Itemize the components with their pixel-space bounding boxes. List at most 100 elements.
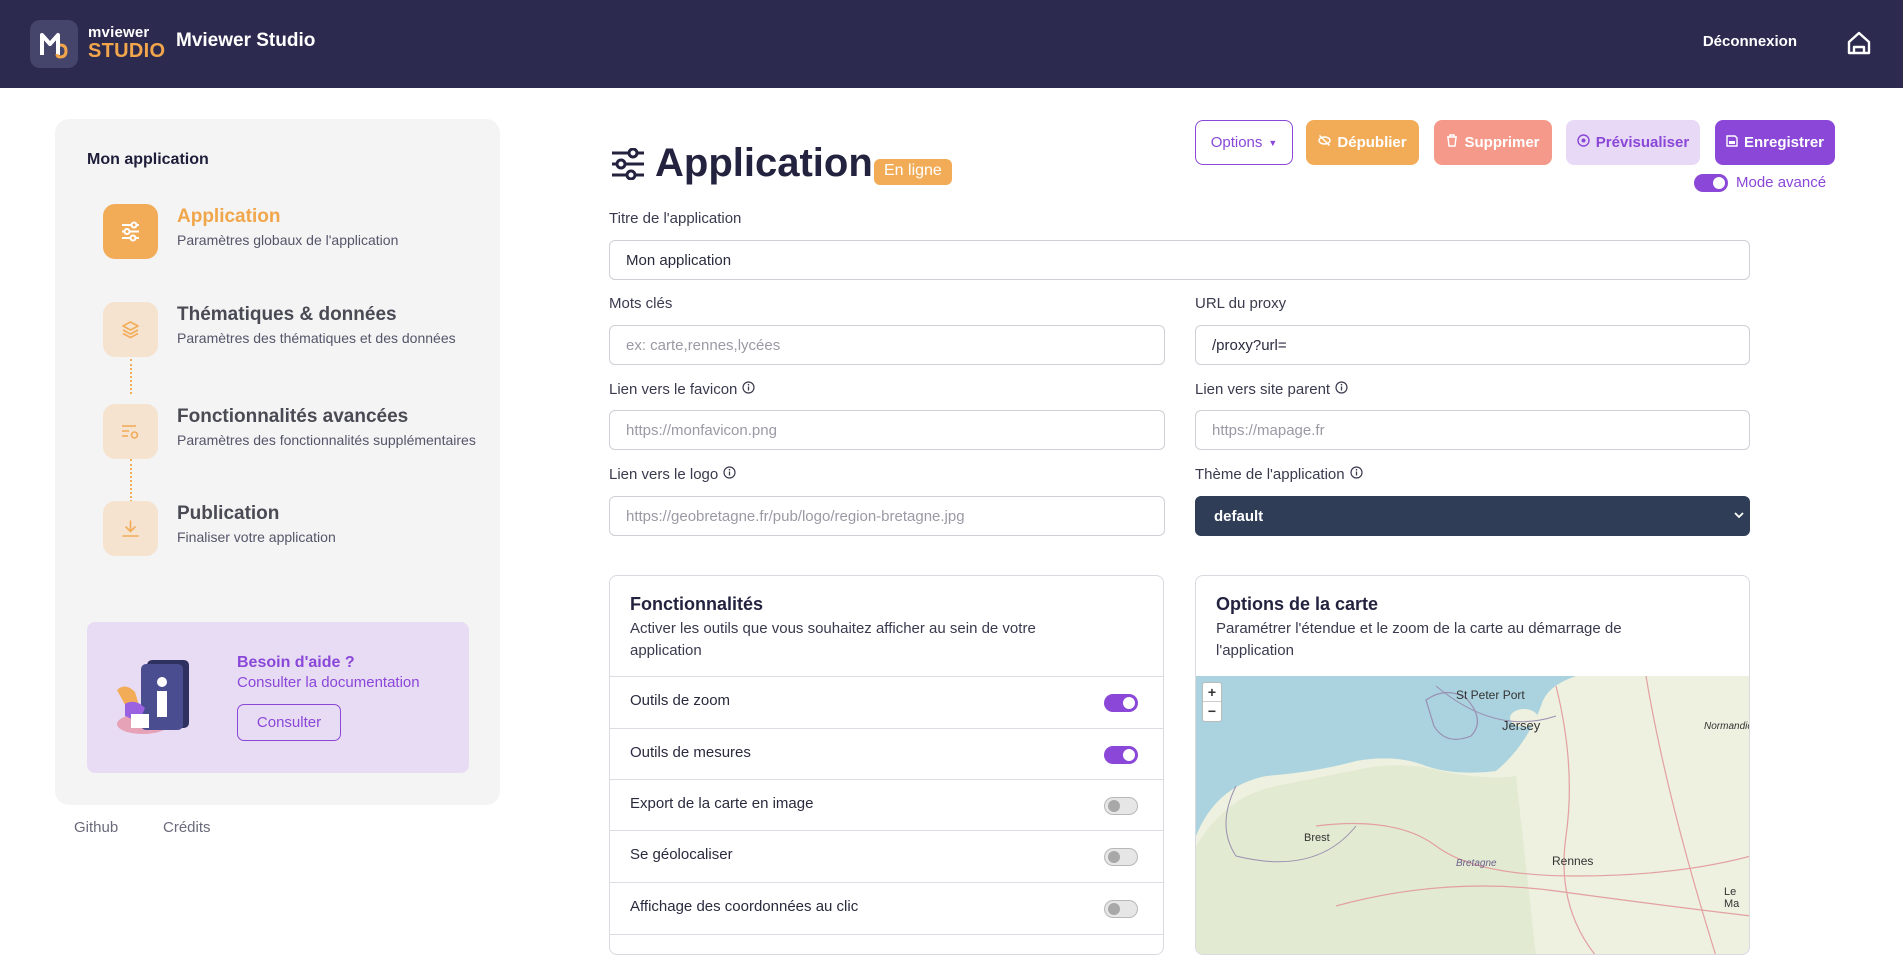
save-label: Enregistrer bbox=[1743, 134, 1825, 151]
keywords-label: Mots clés bbox=[609, 295, 672, 312]
page-title: Application bbox=[655, 141, 873, 185]
eye-icon bbox=[1577, 134, 1590, 151]
logo-icon[interactable] bbox=[30, 20, 78, 68]
map-card-title: Options de la carte bbox=[1216, 594, 1379, 614]
map-place-label: Brest bbox=[1304, 832, 1330, 844]
export-image-toggle[interactable] bbox=[1104, 797, 1138, 815]
step-title: Fonctionnalités avancées bbox=[177, 406, 409, 427]
delete-button[interactable]: Supprimer bbox=[1434, 120, 1552, 165]
consult-docs-button[interactable]: Consulter bbox=[237, 704, 341, 741]
proxy-url-label: URL du proxy bbox=[1195, 295, 1286, 312]
sliders-icon bbox=[103, 204, 158, 259]
theme-label: Thème de l'application bbox=[1195, 466, 1363, 483]
options-button[interactable]: Options ▼ bbox=[1195, 120, 1293, 165]
logo-label: Lien vers le logo bbox=[609, 466, 736, 483]
feature-row: Affichage des coordonnées au clic bbox=[610, 882, 1163, 934]
feature-row: Se géolocaliser bbox=[610, 830, 1163, 882]
help-title: Besoin d'aide ? bbox=[237, 654, 355, 671]
home-icon[interactable] bbox=[1846, 30, 1872, 61]
advanced-mode-toggle[interactable] bbox=[1694, 174, 1728, 192]
top-navbar: mviewer STUDIO Mviewer Studio Déconnexio… bbox=[0, 0, 1903, 88]
preview-button[interactable]: Prévisualiser bbox=[1566, 120, 1700, 165]
save-button[interactable]: Enregistrer bbox=[1715, 120, 1835, 165]
step-title: Application bbox=[177, 206, 281, 227]
proxy-url-label-text: URL du proxy bbox=[1195, 295, 1287, 312]
features-card: Fonctionnalités Activer les outils que v… bbox=[609, 575, 1164, 955]
parent-site-label-text: Lien vers site parent bbox=[1195, 381, 1331, 398]
info-icon[interactable] bbox=[1350, 466, 1363, 483]
favicon-input[interactable] bbox=[609, 410, 1165, 450]
favicon-label-text: Lien vers le favicon bbox=[609, 381, 738, 398]
map-view[interactable]: + − St Peter Port Jersey Normandie Brest… bbox=[1196, 676, 1750, 954]
parent-site-input[interactable] bbox=[1195, 410, 1750, 450]
map-card-subtitle: Paramétrer l'étendue et le zoom de la ca… bbox=[1216, 620, 1622, 659]
step-title: Publication bbox=[177, 503, 280, 524]
measure-tools-toggle[interactable] bbox=[1104, 746, 1138, 764]
proxy-url-input[interactable] bbox=[1195, 325, 1750, 365]
app-title-label-text: Titre de l'application bbox=[609, 210, 742, 227]
advanced-mode-label: Mode avancé bbox=[1736, 174, 1827, 191]
map-tiles bbox=[1196, 676, 1749, 954]
favicon-label: Lien vers le favicon bbox=[609, 381, 756, 398]
step-subtitle: Paramètres globaux de l'application bbox=[177, 232, 399, 248]
zoom-tools-toggle[interactable] bbox=[1104, 694, 1138, 712]
map-options-card: Options de la carte Paramétrer l'étendue… bbox=[1195, 575, 1750, 955]
zoom-out-button[interactable]: − bbox=[1203, 702, 1221, 721]
logo-text-top: mviewer bbox=[88, 24, 150, 41]
features-card-title: Fonctionnalités bbox=[630, 594, 764, 614]
layers-icon bbox=[103, 302, 158, 357]
app-name: Mviewer Studio bbox=[176, 30, 316, 51]
info-icon[interactable] bbox=[742, 381, 756, 398]
github-link[interactable]: Github bbox=[74, 819, 118, 836]
map-zoom-control: + − bbox=[1202, 682, 1222, 722]
eye-slash-icon bbox=[1318, 134, 1332, 151]
parent-site-label: Lien vers site parent bbox=[1195, 381, 1348, 398]
info-icon[interactable] bbox=[723, 466, 736, 483]
theme-select[interactable]: default bbox=[1195, 496, 1750, 536]
options-label: Options bbox=[1210, 134, 1263, 151]
delete-label: Supprimer bbox=[1464, 134, 1540, 151]
keywords-input[interactable] bbox=[609, 325, 1165, 365]
status-badge: En ligne bbox=[874, 159, 952, 185]
map-place-label: Rennes bbox=[1552, 854, 1594, 868]
map-place-label: Normandie bbox=[1704, 721, 1750, 732]
app-title-label: Titre de l'application bbox=[609, 210, 741, 227]
logout-link[interactable]: Déconnexion bbox=[1703, 33, 1797, 50]
feature-label: Affichage des coordonnées au clic bbox=[630, 898, 859, 915]
caret-down-icon: ▼ bbox=[1268, 137, 1278, 148]
step-connector bbox=[130, 459, 132, 502]
help-panel: Besoin d'aide ? Consulter la documentati… bbox=[87, 622, 469, 773]
geolocate-toggle[interactable] bbox=[1104, 848, 1138, 866]
feature-label: Export de la carte en image bbox=[630, 795, 814, 812]
unpublish-button[interactable]: Dépublier bbox=[1306, 120, 1419, 165]
step-connector bbox=[130, 359, 132, 394]
feature-row: Export de la carte en image bbox=[610, 779, 1163, 831]
sidebar: Mon application Application Paramètres g… bbox=[55, 119, 500, 805]
preview-label: Prévisualiser bbox=[1595, 134, 1690, 151]
sliders-icon bbox=[611, 147, 645, 185]
step-subtitle: Paramètres des thématiques et des donnée… bbox=[177, 330, 456, 346]
features-card-subtitle: Activer les outils que vous souhaitez af… bbox=[630, 620, 1036, 659]
logo-input[interactable] bbox=[609, 496, 1165, 536]
feature-row bbox=[610, 934, 1163, 954]
floppy-disk-icon bbox=[1726, 134, 1738, 151]
trash-icon bbox=[1446, 134, 1458, 151]
click-coordinates-toggle[interactable] bbox=[1104, 900, 1138, 918]
map-place-label: Le Ma bbox=[1724, 886, 1740, 910]
help-subtitle: Consulter la documentation bbox=[237, 674, 420, 691]
theme-select-value: default bbox=[1214, 508, 1264, 525]
app-title-input[interactable] bbox=[609, 240, 1750, 280]
sidebar-title: Mon application bbox=[87, 151, 209, 168]
theme-label-text: Thème de l'application bbox=[1195, 466, 1345, 483]
step-title: Thématiques & données bbox=[177, 304, 397, 325]
feature-label: Outils de mesures bbox=[630, 744, 751, 761]
map-place-label: St Peter Port bbox=[1456, 688, 1525, 702]
feature-row: Outils de mesures bbox=[610, 728, 1163, 780]
unpublish-label: Dépublier bbox=[1337, 134, 1407, 151]
feature-row: Outils de zoom bbox=[610, 676, 1163, 728]
info-icon[interactable] bbox=[1335, 381, 1348, 398]
logo-text-bottom: STUDIO bbox=[88, 40, 166, 62]
credits-link[interactable]: Crédits bbox=[163, 819, 211, 836]
step-subtitle: Finaliser votre application bbox=[177, 529, 336, 545]
zoom-in-button[interactable]: + bbox=[1203, 683, 1221, 702]
